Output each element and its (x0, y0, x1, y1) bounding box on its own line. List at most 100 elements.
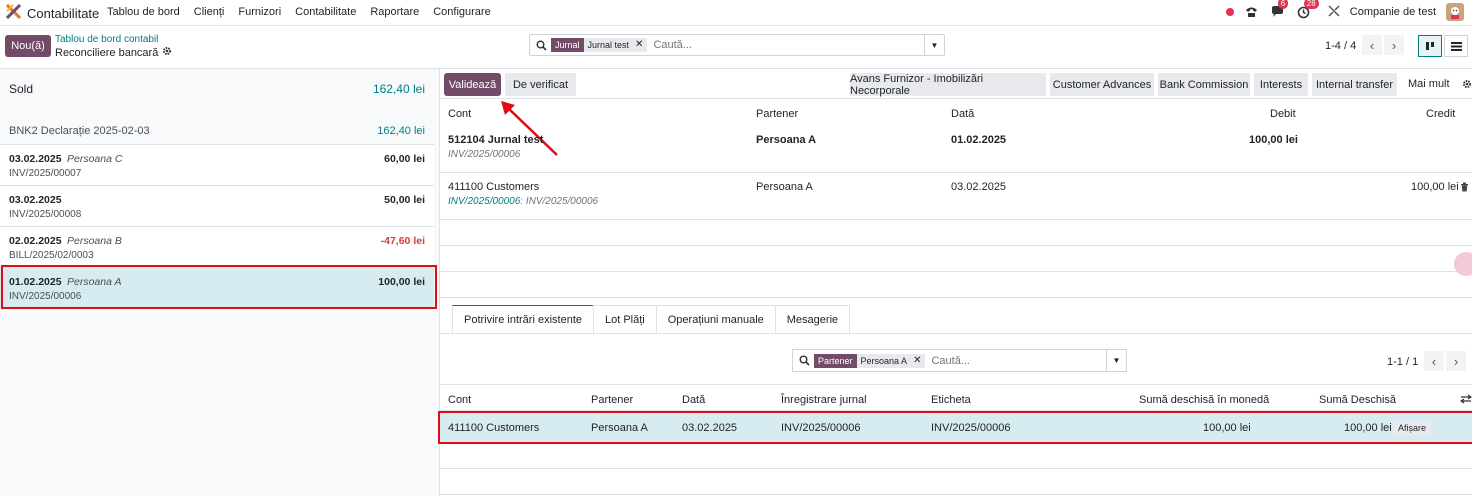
line-date: 03.02.2025 (951, 181, 1007, 193)
model-button[interactable]: Customer Advances (1050, 73, 1154, 96)
tab-batch-payments[interactable]: Lot Plăți (593, 305, 657, 333)
trash-icon[interactable] (1460, 182, 1469, 195)
gear-icon[interactable] (162, 46, 172, 59)
line-credit: 100,00 lei (1411, 181, 1459, 193)
search-bar[interactable]: Jurnal Jurnal test ✕ ▼ (529, 34, 945, 56)
divider (440, 494, 1472, 495)
phone-icon[interactable] (1244, 3, 1260, 21)
column-settings-icon[interactable] (1459, 394, 1472, 407)
menu-item-vendors[interactable]: Furnizori (238, 6, 281, 18)
aml-pager-next-button[interactable]: › (1446, 351, 1466, 371)
divider (440, 297, 1472, 298)
facet-remove-icon[interactable]: ✕ (913, 354, 921, 368)
aml-pager-value[interactable]: 1-1 / 1 (1387, 356, 1418, 368)
line-date: 01.02.2025 (951, 134, 1007, 146)
aml-header-partner[interactable]: Partener (591, 394, 633, 406)
new-button[interactable]: Nou(ă) (5, 35, 51, 57)
aml-cell-label: INV/2025/00006 (931, 422, 1011, 434)
model-button[interactable]: Avans Furnizor - Imobilizări Necorporale (850, 73, 1046, 97)
menu-item-dashboard[interactable]: Tablou de bord (107, 6, 180, 18)
settings-gear-icon[interactable] (1462, 79, 1472, 92)
statement-balance: 162,40 lei (377, 125, 425, 137)
line-move-link[interactable]: INV/2025/00006 (448, 196, 520, 207)
line-account: 512104 Jurnal test (448, 134, 544, 146)
company-switcher[interactable]: Companie de test (1350, 6, 1436, 18)
aml-search-bar[interactable]: Partener Persoana A ✕ ▼ (792, 349, 1127, 372)
aml-header-account[interactable]: Cont (448, 394, 471, 406)
line-amount: 60,00 lei (384, 153, 425, 165)
balance-value: 162,40 lei (372, 82, 425, 96)
aml-pager-previous-button[interactable]: ‹ (1424, 351, 1444, 371)
page-title: Reconciliere bancară (55, 46, 159, 59)
line-date: 01.02.2025 (9, 276, 62, 288)
line-partner: Persoana A (756, 181, 813, 193)
facet-value: Persoana A (860, 355, 908, 366)
messages-icon[interactable]: 6 (1270, 0, 1289, 21)
model-button[interactable]: Bank Commission (1158, 73, 1250, 96)
aml-header-move[interactable]: Înregistrare jurnal (781, 394, 867, 406)
search-dropdown-toggle[interactable]: ▼ (1106, 350, 1126, 371)
search-icon (536, 40, 547, 51)
line-reference: BILL/2025/02/0003 (9, 250, 94, 261)
search-input[interactable] (653, 39, 924, 51)
aml-header-amount-currency[interactable]: Sumă deschisă în monedă (1139, 394, 1269, 406)
menu-item-reporting[interactable]: Raportare (370, 6, 419, 18)
accounting-logo-icon (5, 3, 22, 22)
status-dot-icon (1225, 8, 1234, 16)
control-panel: Nou(ă) Tablou de bord contabil Reconcili… (0, 26, 1472, 69)
aml-header-amount[interactable]: Sumă Deschisă (1319, 394, 1396, 406)
aml-header-date[interactable]: Dată (682, 394, 705, 406)
menu-item-configuration[interactable]: Configurare (433, 6, 490, 18)
aml-header-label[interactable]: Eticheta (931, 394, 971, 406)
line-date: 03.02.2025 (9, 153, 62, 165)
aml-search-input[interactable] (931, 354, 1106, 367)
main-menu: Tablou de bord Clienți Furnizori Contabi… (107, 6, 491, 18)
model-button[interactable]: Interests (1254, 73, 1308, 96)
menu-item-accounting[interactable]: Contabilitate (295, 6, 356, 18)
header-account: Cont (448, 108, 472, 120)
aml-cell-partner: Persoana A (591, 422, 648, 434)
statement-line[interactable]: 03.02.2025 INV/2025/00008 50,00 lei (0, 185, 434, 226)
chevron-left-icon: ‹ (1369, 37, 1375, 53)
list-view-button[interactable] (1444, 35, 1468, 57)
assistant-bubble[interactable] (1454, 252, 1472, 276)
more-models-button[interactable]: Mai mult (1408, 78, 1450, 90)
tab-messaging[interactable]: Mesagerie (774, 305, 851, 333)
line-partner: Persoana A (67, 276, 122, 288)
search-dropdown-toggle[interactable]: ▼ (924, 35, 944, 55)
tab-manual-operations[interactable]: Operațiuni manuale (655, 305, 776, 333)
pager-next-button[interactable]: › (1384, 35, 1404, 55)
breadcrumb-current: Reconciliere bancară (55, 46, 172, 59)
line-label: INV/2025/00006: INV/2025/00006 (448, 196, 598, 207)
to-check-button[interactable]: De verificat (505, 73, 576, 96)
activities-icon[interactable]: 28 (1296, 0, 1319, 21)
statement-line[interactable]: 02.02.2025 Persoana B BILL/2025/02/0003 … (0, 226, 434, 267)
kanban-view-button[interactable] (1418, 35, 1442, 57)
line-label: INV/2025/00006 (448, 149, 521, 160)
facet-key: Jurnal (551, 38, 584, 52)
menu-item-customers[interactable]: Clienți (194, 6, 225, 18)
statement-name[interactable]: BNK2 Declarație 2025-02-03 (9, 125, 150, 137)
show-entry-button[interactable]: Afișare (1393, 421, 1431, 435)
statement-line[interactable]: 03.02.2025 Persoana C INV/2025/00007 60,… (0, 144, 434, 185)
pager-previous-button[interactable]: ‹ (1362, 35, 1382, 55)
header-debit: Debit (1270, 108, 1296, 120)
pager-value[interactable]: 1-4 / 4 (1325, 40, 1356, 52)
statement-lines-panel: Sold 162,40 lei BNK2 Declarație 2025-02-… (0, 69, 440, 496)
app-brand[interactable]: Contabilitate (5, 3, 99, 22)
chevron-left-icon: ‹ (1431, 353, 1437, 369)
messages-badge: 6 (1277, 0, 1289, 9)
facet-remove-icon[interactable]: ✕ (635, 38, 643, 52)
line-amount: 100,00 lei (378, 276, 425, 288)
tools-icon[interactable] (1328, 4, 1340, 20)
user-avatar[interactable] (1446, 3, 1464, 21)
tab-match-existing[interactable]: Potrivire intrări existente (452, 305, 594, 333)
line-move-label: : INV/2025/00006 (520, 196, 599, 207)
model-button[interactable]: Internal transfer (1312, 73, 1397, 96)
facet-key: Partener (814, 353, 857, 368)
validate-button[interactable]: Validează (444, 73, 501, 96)
aml-cell-amount: 100,00 lei (1344, 422, 1392, 434)
breadcrumb-parent[interactable]: Tablou de bord contabil (55, 34, 158, 45)
activities-badge: 28 (1303, 0, 1319, 9)
statement-line-selected[interactable]: 01.02.2025 Persoana A INV/2025/00006 100… (0, 267, 434, 308)
